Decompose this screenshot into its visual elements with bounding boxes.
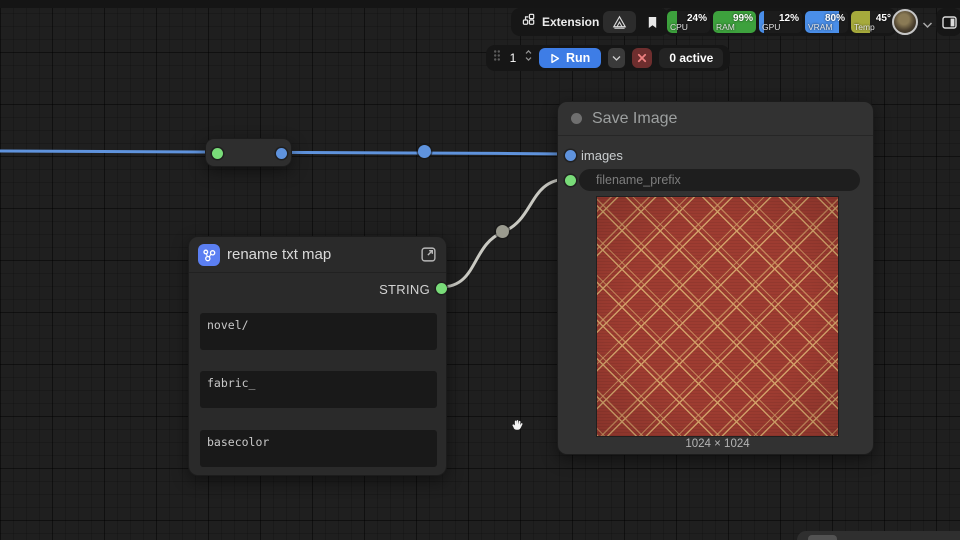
temp-meter-label: Temp — [854, 22, 875, 32]
active-jobs-label: 0 active — [669, 51, 714, 65]
ram-meter: RAM 99% — [713, 11, 756, 33]
bookmark-icon — [648, 16, 657, 28]
chevron-down-icon — [612, 55, 621, 61]
queue-count-stepper[interactable] — [525, 49, 532, 67]
active-jobs-badge[interactable]: 0 active — [659, 48, 724, 68]
run-options-dropdown[interactable] — [608, 48, 626, 68]
bookmark-button[interactable] — [639, 11, 666, 33]
theme-logo-button[interactable] — [603, 11, 636, 33]
system-meters: CPU 24% RAM 99% GPU 12% VRAM 80% Temp 45… — [664, 8, 897, 36]
collapsed-node-input-dot[interactable] — [212, 148, 223, 159]
blue-reroute-dot[interactable] — [418, 145, 431, 158]
string-output-label: STRING — [379, 282, 430, 297]
collapse-dot-icon[interactable] — [571, 113, 582, 124]
cpu-meter: CPU 24% — [667, 11, 710, 33]
bottom-panel-peek-button[interactable] — [808, 535, 837, 540]
filename-prefix-input-dot[interactable] — [565, 175, 576, 186]
run-toolbar: 1 Run 0 active — [486, 45, 731, 71]
mountain-logo-icon — [612, 15, 627, 29]
images-input-label: images — [581, 148, 623, 163]
rename-txt-map-node[interactable]: rename txt map STRING novel/ fabric_ bas… — [188, 236, 447, 476]
user-menu-chevron-icon[interactable] — [922, 16, 933, 34]
panel-right-icon — [941, 15, 957, 29]
save-image-node-header[interactable]: Save Image — [558, 102, 873, 136]
quick-actions-group — [600, 8, 669, 36]
rename-node-header[interactable]: rename txt map — [189, 237, 446, 273]
image-size-label: 1024 × 1024 — [685, 438, 750, 450]
save-image-node-title: Save Image — [592, 109, 678, 127]
subgraph-icon — [198, 243, 220, 266]
canvas-top-band — [0, 0, 960, 8]
close-icon — [638, 53, 647, 63]
gpu-meter: GPU 12% — [759, 11, 802, 33]
toggle-right-panel-button[interactable] — [936, 8, 960, 36]
save-image-node[interactable]: Save Image images filename_prefix 1024 ×… — [557, 101, 874, 455]
gpu-meter-value: 12% — [778, 13, 799, 24]
temp-meter: Temp 45° — [851, 11, 894, 33]
grab-cursor-icon — [509, 417, 526, 439]
user-avatar[interactable] — [892, 9, 918, 35]
fabric-image-preview[interactable] — [597, 197, 838, 436]
vram-meter: VRAM 80% — [805, 11, 848, 33]
temp-meter-value: 45° — [875, 13, 891, 24]
cpu-meter-label: CPU — [670, 22, 688, 32]
cancel-queue-button[interactable] — [632, 48, 653, 68]
gpu-meter-label: GPU — [762, 22, 781, 32]
string-output-dot[interactable] — [436, 283, 447, 294]
ram-meter-value: 99% — [732, 13, 753, 24]
collapsed-node[interactable] — [205, 138, 292, 167]
text-field-prefix[interactable]: fabric_ — [200, 371, 437, 408]
gray-reroute-dot[interactable] — [496, 225, 509, 238]
expand-icon[interactable] — [419, 246, 437, 264]
rename-node-title: rename txt map — [227, 246, 332, 263]
vram-meter-value: 80% — [824, 13, 845, 24]
filename-prefix-widget[interactable]: filename_prefix — [579, 169, 860, 191]
text-field-folder[interactable]: novel/ — [200, 313, 437, 350]
cpu-meter-value: 24% — [686, 13, 707, 24]
images-input-dot[interactable] — [565, 150, 576, 161]
run-button[interactable]: Run — [539, 48, 602, 68]
text-field-suffix[interactable]: basecolor — [200, 430, 437, 467]
run-button-label: Run — [566, 51, 591, 65]
play-icon — [551, 53, 560, 63]
extensions-label: Extensions — [542, 15, 607, 29]
drag-handle-icon[interactable] — [493, 49, 501, 67]
collapsed-node-output-dot[interactable] — [276, 148, 287, 159]
extensions-icon — [522, 13, 535, 31]
queue-count-input[interactable]: 1 — [508, 51, 518, 65]
